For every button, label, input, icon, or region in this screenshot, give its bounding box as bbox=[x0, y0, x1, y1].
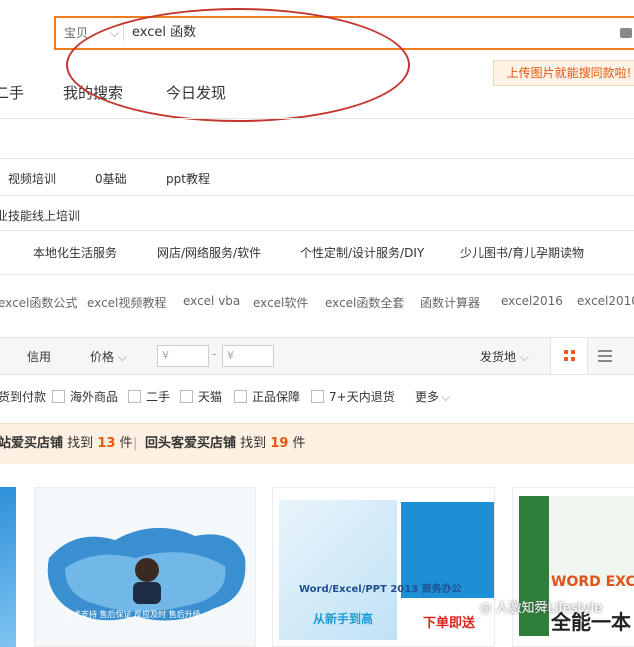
filter-label: 更多 bbox=[415, 390, 440, 404]
related-search-link[interactable]: excel函数公式 bbox=[0, 294, 77, 311]
store-label: 站爱买店铺 bbox=[0, 436, 64, 451]
unit-label: 件 bbox=[292, 436, 306, 451]
book-title: WORD EXCE bbox=[551, 574, 634, 590]
checkbox-icon bbox=[180, 390, 193, 403]
sort-price[interactable]: 价格 ⌵ bbox=[90, 348, 127, 365]
filter-label: 7+天内退货 bbox=[329, 390, 395, 404]
price-max-input[interactable]: ¥ bbox=[222, 345, 274, 367]
divider bbox=[0, 195, 634, 196]
related-search-link[interactable]: excel2010 bbox=[577, 294, 634, 308]
chevron-down-icon: ⌵ bbox=[117, 350, 127, 364]
price-min-input[interactable]: ¥ bbox=[157, 345, 209, 367]
divider bbox=[0, 158, 634, 159]
tag-link[interactable]: 0基础 bbox=[95, 170, 127, 187]
category-link[interactable]: 本地化生活服务 bbox=[33, 244, 117, 261]
product-caption: 技术支持 售后保证 反应及时 售后升级 bbox=[65, 610, 201, 619]
divider bbox=[0, 118, 634, 119]
tag-link[interactable]: 视频培训 bbox=[8, 170, 56, 187]
filter-7day-return[interactable]: 7+天内退货 bbox=[311, 388, 395, 405]
filter-genuine[interactable]: 正品保障 bbox=[234, 388, 300, 405]
count-value: 13 bbox=[97, 436, 116, 451]
filter-overseas[interactable]: 海外商品 bbox=[52, 388, 118, 405]
filter-secondhand[interactable]: 二手 bbox=[128, 388, 170, 405]
product-card[interactable] bbox=[0, 487, 16, 647]
filter-label: 二手 bbox=[146, 390, 171, 404]
checkbox-icon bbox=[52, 390, 65, 403]
store-bar: 站爱买店铺 找到 13 件 | 回头客爱买店铺 找到 19 件 bbox=[0, 423, 634, 464]
sort-bar: 信用 价格 ⌵ ¥ - ¥ 发货地 ⌵ bbox=[0, 337, 634, 375]
list-view-button[interactable] bbox=[598, 349, 612, 363]
book-cover bbox=[549, 496, 634, 586]
related-search-link[interactable]: 函数计算器 bbox=[420, 294, 480, 311]
category-link[interactable]: 少儿图书/育儿孕期读物 bbox=[460, 244, 584, 261]
found-label: 找到 bbox=[240, 436, 267, 451]
store-a[interactable]: 站爱买店铺 找到 13 件 bbox=[0, 424, 133, 464]
filter-label: 天猫 bbox=[198, 390, 223, 404]
ship-from-label: 发货地 bbox=[480, 350, 517, 364]
unit-label: 件 bbox=[119, 436, 133, 451]
filter-label: 正品保障 bbox=[252, 390, 301, 404]
grid-view-button[interactable] bbox=[550, 338, 588, 374]
related-search-link[interactable]: excel vba bbox=[183, 294, 240, 308]
checkbox-icon bbox=[311, 390, 324, 403]
count-value: 19 bbox=[270, 436, 289, 451]
product-card[interactable]: Word/Excel/PPT 2013 商务办公 从新手到高 下单即送 bbox=[272, 487, 495, 647]
category-link[interactable]: 网店/网络服务/软件 bbox=[157, 244, 261, 261]
filter-cod[interactable]: 货到付款 bbox=[0, 388, 46, 405]
divider bbox=[0, 274, 634, 275]
checkbox-icon bbox=[128, 390, 141, 403]
price-dash: - bbox=[212, 347, 217, 361]
book-subtitle: 从新手到高 bbox=[313, 612, 374, 626]
product-card[interactable]: WORD EXCE 全能一本 bbox=[512, 487, 634, 647]
watermark: ◎ 人激知舜Lifestyle bbox=[480, 597, 602, 616]
upload-image-tip: 上传图片就能搜同款啦! bbox=[493, 60, 634, 86]
related-search-link[interactable]: excel软件 bbox=[253, 294, 308, 311]
promo-text: 下单即送 bbox=[423, 616, 476, 631]
filter-label: 海外商品 bbox=[70, 390, 119, 404]
nav-item-secondhand[interactable]: 二手 bbox=[0, 82, 24, 103]
chevron-down-icon: ⌵ bbox=[519, 350, 529, 364]
chevron-down-icon: ⌵ bbox=[441, 390, 451, 404]
related-search-link[interactable]: excel视频教程 bbox=[87, 294, 166, 311]
filter-label: 货到付款 bbox=[0, 390, 47, 404]
store-label: 回头客爱买店铺 bbox=[145, 436, 237, 451]
divider bbox=[0, 230, 634, 231]
related-search-link[interactable]: excel函数全套 bbox=[325, 294, 404, 311]
checkbox-icon bbox=[234, 390, 247, 403]
tag-link[interactable]: 业技能线上培训 bbox=[0, 207, 80, 224]
store-b[interactable]: 回头客爱买店铺 找到 19 件 bbox=[145, 424, 306, 464]
product-card[interactable]: 技术支持 售后保证 反应及时 售后升级 bbox=[34, 487, 256, 647]
watermark-text: 人激知舜Lifestyle bbox=[495, 601, 603, 616]
related-search-link[interactable]: excel2016 bbox=[501, 294, 563, 308]
category-link[interactable]: 个性定制/设计服务/DIY bbox=[300, 244, 424, 261]
wechat-icon: ◎ bbox=[480, 601, 496, 616]
sort-price-label: 价格 bbox=[90, 350, 115, 364]
found-label: 找到 bbox=[67, 436, 94, 451]
sort-credit[interactable]: 信用 bbox=[27, 348, 51, 365]
filter-more[interactable]: 更多 ⌵ bbox=[415, 388, 450, 405]
tag-link[interactable]: ppt教程 bbox=[166, 170, 210, 187]
filter-tmall[interactable]: 天猫 bbox=[180, 388, 222, 405]
annotation-ellipse bbox=[66, 8, 410, 122]
camera-icon[interactable] bbox=[620, 28, 632, 38]
divider: | bbox=[133, 436, 138, 451]
ship-from-select[interactable]: 发货地 ⌵ bbox=[480, 348, 529, 365]
book-title: Word/Excel/PPT 2013 商务办公 bbox=[299, 584, 462, 595]
